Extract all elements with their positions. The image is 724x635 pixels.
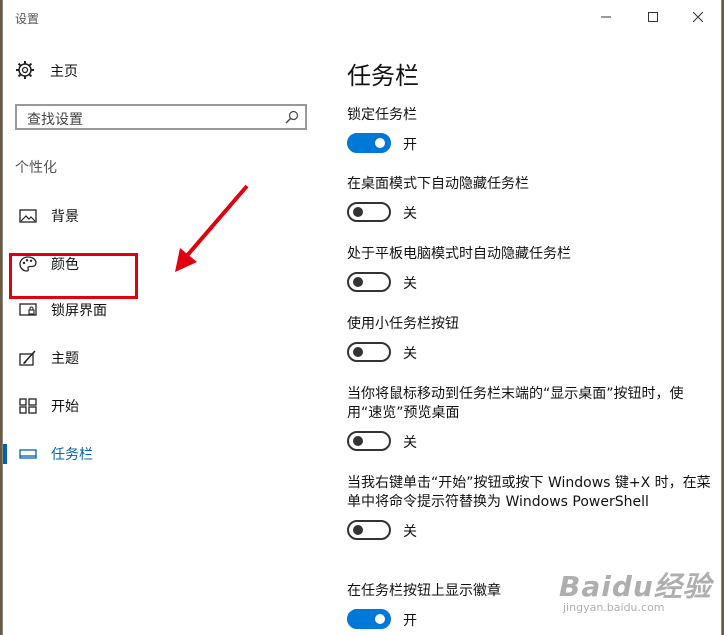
home-label: 主页 bbox=[50, 64, 78, 80]
toggle-state-label: 关 bbox=[403, 206, 417, 222]
toggle-knob bbox=[353, 277, 363, 287]
lock-screen-icon bbox=[19, 303, 37, 316]
toggle-knob bbox=[353, 207, 363, 217]
powershell-toggle[interactable]: 关 bbox=[347, 520, 717, 542]
annotation-arrow-icon bbox=[175, 184, 249, 272]
search-placeholder: 查找设置 bbox=[27, 112, 83, 128]
sidebar-item-label: 任务栏 bbox=[51, 447, 93, 463]
title-bar: 设置 bbox=[3, 0, 721, 34]
toggle-knob bbox=[375, 614, 385, 624]
page-title: 任务栏 bbox=[347, 62, 419, 90]
setting-autohide-desktop: 在桌面模式下自动隐藏任务栏 关 bbox=[347, 175, 717, 224]
active-indicator bbox=[3, 444, 7, 464]
theme-icon bbox=[19, 350, 36, 366]
minimize-icon bbox=[601, 16, 611, 18]
search-input[interactable]: 查找设置 bbox=[15, 104, 307, 130]
gear-icon bbox=[16, 61, 34, 79]
sidebar-item-themes[interactable]: 主题 bbox=[3, 340, 333, 376]
setting-small-buttons: 使用小任务栏按钮 关 bbox=[347, 315, 717, 364]
start-icon bbox=[19, 398, 37, 414]
setting-label: 当我右键单击“开始”按钮或按下 Windows 键+X 时，在菜单中将命令提示符… bbox=[347, 475, 711, 510]
toggle-state-label: 关 bbox=[403, 435, 417, 451]
sidebar-item-taskbar[interactable]: 任务栏 bbox=[3, 436, 333, 472]
toggle-track bbox=[347, 272, 391, 292]
sidebar: 主页 查找设置 个性化 背景 颜色 锁屏界面 主题 开始 任务栏 bbox=[3, 34, 333, 635]
autohide-tablet-toggle[interactable]: 关 bbox=[347, 272, 717, 294]
setting-label: 在桌面模式下自动隐藏任务栏 bbox=[347, 176, 529, 192]
setting-label: 锁定任务栏 bbox=[347, 107, 417, 123]
setting-label: 使用小任务栏按钮 bbox=[347, 316, 459, 332]
toggle-knob bbox=[353, 525, 363, 535]
sidebar-item-label: 锁屏界面 bbox=[51, 303, 107, 319]
setting-lock-taskbar: 锁定任务栏 开 bbox=[347, 106, 717, 155]
small-buttons-toggle[interactable]: 关 bbox=[347, 342, 717, 364]
setting-autohide-tablet: 处于平板电脑模式时自动隐藏任务栏 关 bbox=[347, 245, 717, 294]
toggle-state-label: 开 bbox=[403, 613, 417, 629]
main-panel: 任务栏 锁定任务栏 开 在桌面模式下自动隐藏任务栏 关 处于平板电脑模式时自动隐… bbox=[343, 34, 721, 635]
peek-toggle[interactable]: 关 bbox=[347, 431, 717, 453]
toggle-state-label: 关 bbox=[403, 276, 417, 292]
toggle-state-label: 开 bbox=[403, 137, 417, 153]
settings-window: 设置 主页 查找设置 个性化 背景 颜色 锁屏界面 主题 开始 任务栏 任务栏 … bbox=[2, 0, 722, 635]
toggle-track bbox=[347, 609, 391, 629]
setting-label: 处于平板电脑模式时自动隐藏任务栏 bbox=[347, 246, 571, 262]
toggle-knob bbox=[353, 436, 363, 446]
toggle-track bbox=[347, 202, 391, 222]
setting-powershell: 当我右键单击“开始”按钮或按下 Windows 键+X 时，在菜单中将命令提示符… bbox=[347, 474, 717, 542]
taskbar-icon bbox=[19, 449, 37, 459]
window-title: 设置 bbox=[15, 12, 40, 26]
setting-label: 当你将鼠标移动到任务栏末端的“显示桌面”按钮时，使用“速览”预览桌面 bbox=[347, 386, 684, 421]
baidu-watermark: Baidu经验 jingyan.baidu.com bbox=[559, 565, 712, 614]
toggle-knob bbox=[353, 347, 363, 357]
maximize-button[interactable] bbox=[630, 2, 676, 32]
setting-peek: 当你将鼠标移动到任务栏末端的“显示桌面”按钮时，使用“速览”预览桌面 关 bbox=[347, 385, 717, 453]
toggle-track bbox=[347, 133, 391, 153]
close-icon bbox=[693, 12, 703, 22]
toggle-state-label: 关 bbox=[403, 346, 417, 362]
toggle-state-label: 关 bbox=[403, 524, 417, 540]
annotation-highlight-box bbox=[9, 253, 138, 299]
sidebar-item-start[interactable]: 开始 bbox=[3, 388, 333, 424]
maximize-icon bbox=[648, 12, 658, 22]
picture-icon bbox=[19, 209, 37, 223]
minimize-button[interactable] bbox=[583, 2, 629, 32]
lock-taskbar-toggle[interactable]: 开 bbox=[347, 133, 717, 155]
toggle-track bbox=[347, 431, 391, 451]
search-icon bbox=[285, 110, 299, 124]
toggle-track bbox=[347, 520, 391, 540]
sidebar-item-label: 背景 bbox=[51, 209, 79, 225]
close-button[interactable] bbox=[675, 2, 721, 32]
sidebar-item-label: 开始 bbox=[51, 399, 79, 415]
section-header: 个性化 bbox=[15, 160, 57, 176]
toggle-track bbox=[347, 342, 391, 362]
autohide-desktop-toggle[interactable]: 关 bbox=[347, 202, 717, 224]
toggle-knob bbox=[375, 138, 385, 148]
sidebar-item-label: 主题 bbox=[51, 351, 79, 367]
watermark-text: Baidu经验 bbox=[559, 570, 712, 603]
